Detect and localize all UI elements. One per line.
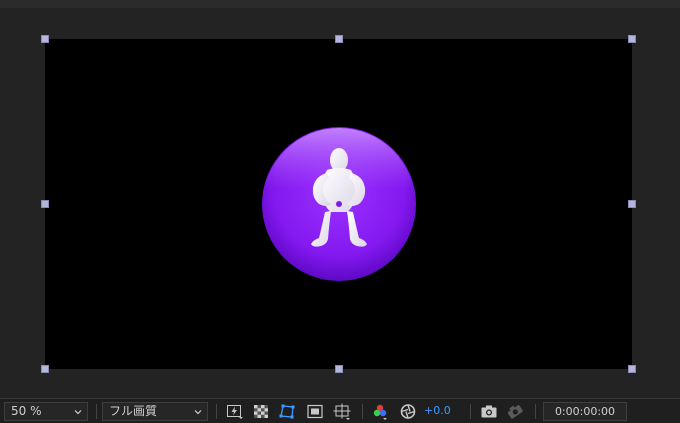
region-of-interest-icon[interactable] bbox=[305, 402, 325, 421]
snapshot-camera-icon[interactable] bbox=[479, 402, 499, 421]
chevron-down-icon bbox=[194, 410, 202, 415]
grid-guides-icon[interactable] bbox=[332, 402, 352, 421]
exposure-value[interactable]: +0.0 bbox=[424, 403, 451, 419]
composition-frame[interactable] bbox=[45, 39, 632, 369]
current-time-display[interactable]: 0:00:00:00 bbox=[543, 402, 627, 421]
resolution-value: フル画質 bbox=[109, 404, 158, 418]
purple-circle-character-icon[interactable] bbox=[261, 126, 417, 282]
toolbar-separator bbox=[216, 404, 217, 419]
zoom-value: 50 % bbox=[11, 404, 42, 418]
corner-handle-top-right[interactable] bbox=[628, 35, 636, 43]
fast-previews-icon[interactable] bbox=[225, 402, 245, 421]
corner-handle-bottom-right[interactable] bbox=[628, 365, 636, 373]
viewer-toolbar: 50 % フル画質 +0.0 0:00:00:00 bbox=[0, 398, 680, 423]
composition-viewer-panel: 50 % フル画質 +0.0 0:00:00:00 bbox=[0, 0, 680, 423]
edge-handle-right[interactable] bbox=[628, 200, 636, 208]
show-snapshot-icon[interactable] bbox=[505, 402, 525, 421]
resolution-select[interactable]: フル画質 bbox=[102, 402, 208, 421]
panel-top-strip bbox=[0, 0, 680, 8]
toolbar-separator bbox=[362, 404, 363, 419]
reset-exposure-icon[interactable] bbox=[398, 402, 418, 421]
edge-handle-bottom[interactable] bbox=[335, 365, 343, 373]
edge-handle-left[interactable] bbox=[41, 200, 49, 208]
toolbar-separator bbox=[96, 404, 97, 419]
edge-handle-top[interactable] bbox=[335, 35, 343, 43]
toolbar-separator bbox=[470, 404, 471, 419]
transparency-grid-icon[interactable] bbox=[251, 402, 271, 421]
mask-path-visibility-icon[interactable] bbox=[277, 402, 297, 421]
corner-handle-top-left[interactable] bbox=[41, 35, 49, 43]
toolbar-separator bbox=[535, 404, 536, 419]
show-channel-icon[interactable] bbox=[370, 402, 390, 421]
zoom-select[interactable]: 50 % bbox=[4, 402, 88, 421]
viewer-area[interactable] bbox=[0, 8, 680, 398]
chevron-down-icon bbox=[74, 410, 82, 415]
corner-handle-bottom-left[interactable] bbox=[41, 365, 49, 373]
